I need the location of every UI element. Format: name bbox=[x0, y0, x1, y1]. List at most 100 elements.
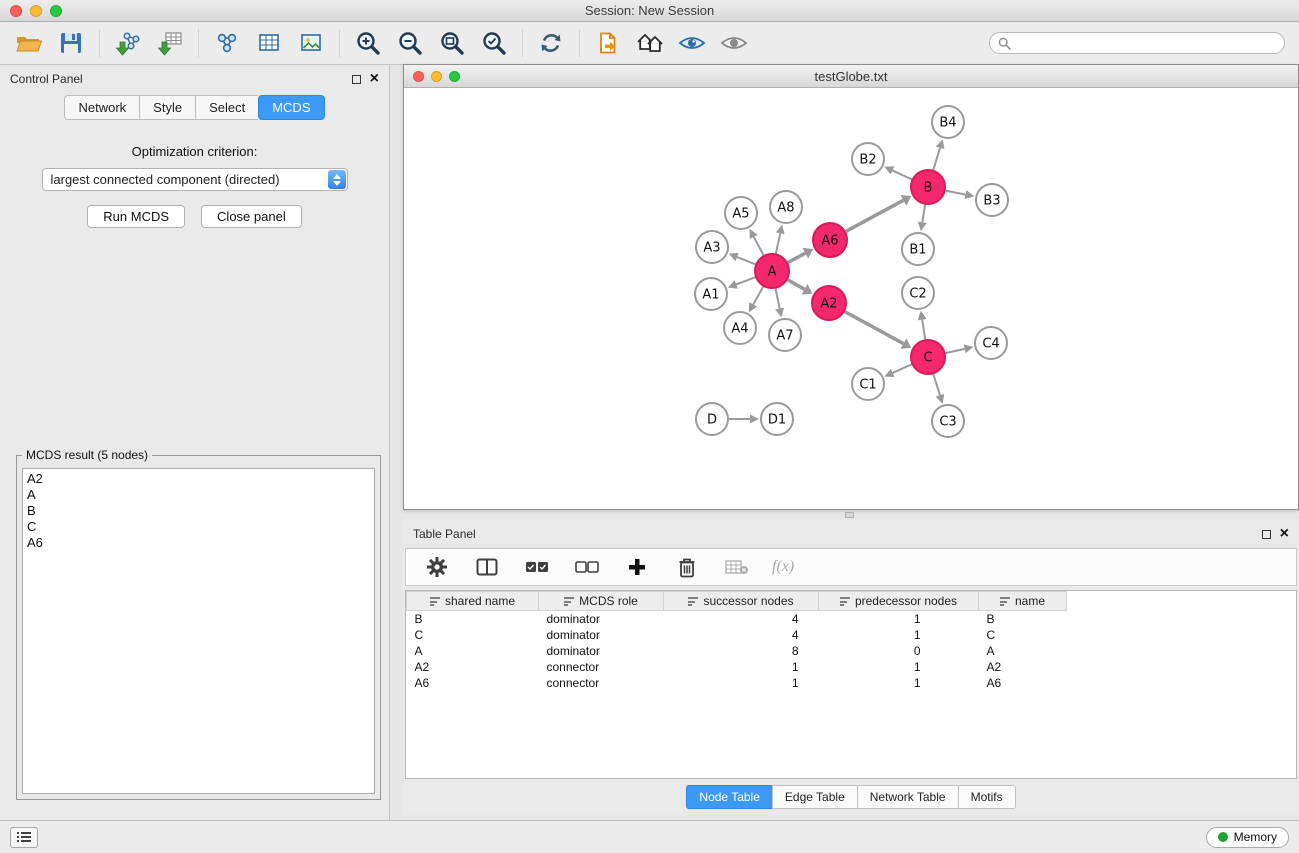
criterion-dropdown[interactable]: largest connected component (directed) bbox=[42, 168, 348, 191]
memory-button[interactable]: Memory bbox=[1206, 827, 1289, 848]
graph-edge-B-B2[interactable] bbox=[892, 170, 911, 179]
table-row[interactable]: Adominator80A bbox=[407, 643, 1067, 659]
tab-node-table[interactable]: Node Table bbox=[686, 785, 772, 809]
graph-node-label: C bbox=[923, 351, 932, 366]
graph-edge-A-A6[interactable] bbox=[788, 253, 805, 262]
mcds-result-list[interactable]: A2ABCA6 bbox=[22, 468, 375, 794]
home-button[interactable] bbox=[635, 28, 665, 58]
zoom-window-button[interactable] bbox=[50, 5, 62, 17]
graph-edge-A-A5[interactable] bbox=[754, 237, 764, 255]
panel-divider-handle[interactable] bbox=[845, 512, 854, 518]
network-minimize-button[interactable] bbox=[431, 71, 442, 82]
import-network-button[interactable] bbox=[113, 28, 143, 58]
table-toolbar: f(x) bbox=[405, 548, 1297, 586]
float-table-panel-icon[interactable] bbox=[1262, 530, 1271, 539]
new-network-button[interactable] bbox=[212, 28, 242, 58]
table-row[interactable]: A6connector11A6 bbox=[407, 675, 1067, 691]
zoom-fit-icon bbox=[439, 30, 465, 56]
table-row[interactable]: A2connector11A2 bbox=[407, 659, 1067, 675]
graph-edge-C-C2[interactable] bbox=[922, 320, 925, 340]
copy-view-button[interactable] bbox=[593, 28, 623, 58]
result-item[interactable]: B bbox=[27, 503, 370, 519]
tab-mcds[interactable]: MCDS bbox=[258, 95, 324, 120]
zoom-fit-button[interactable] bbox=[437, 28, 467, 58]
graph-node-label: D bbox=[707, 413, 717, 428]
minimize-window-button[interactable] bbox=[30, 5, 42, 17]
graph-edge-A-A1[interactable] bbox=[736, 277, 755, 284]
save-session-button[interactable] bbox=[56, 28, 86, 58]
tab-network-table[interactable]: Network Table bbox=[857, 785, 958, 809]
zoom-selected-button[interactable] bbox=[479, 28, 509, 58]
graph-edge-B-B4[interactable] bbox=[933, 148, 940, 170]
open-file-button[interactable] bbox=[14, 28, 44, 58]
control-panel-title: Control Panel bbox=[10, 72, 83, 86]
checked-boxes-icon bbox=[525, 561, 549, 573]
graph-edge-A-A3[interactable] bbox=[737, 257, 755, 264]
column-header[interactable]: shared name bbox=[407, 592, 539, 611]
select-all-columns-button[interactable] bbox=[522, 552, 552, 582]
add-column-button[interactable] bbox=[622, 552, 652, 582]
graph-edge-C-C4[interactable] bbox=[946, 349, 965, 353]
show-columns-button[interactable] bbox=[472, 552, 502, 582]
delete-column-button[interactable] bbox=[672, 552, 702, 582]
zoom-in-button[interactable] bbox=[353, 28, 383, 58]
column-header[interactable]: MCDS role bbox=[539, 592, 664, 611]
delete-table-button[interactable] bbox=[722, 552, 752, 582]
table-panel-title: Table Panel bbox=[413, 527, 476, 541]
network-canvas-svg: B4B2BB3A5A8A6B1A3AC2A1A2A4A7C4CC1C3DD1 bbox=[404, 89, 1298, 509]
graph-edge-B-B3[interactable] bbox=[946, 191, 966, 195]
zoom-out-button[interactable] bbox=[395, 28, 425, 58]
graph-edge-B-B1[interactable] bbox=[922, 205, 925, 223]
result-item[interactable]: A6 bbox=[27, 535, 370, 551]
import-network-icon bbox=[115, 30, 141, 56]
export-image-button[interactable] bbox=[296, 28, 326, 58]
close-panel-button[interactable]: Close panel bbox=[201, 205, 302, 228]
close-table-panel-icon[interactable]: × bbox=[1280, 529, 1289, 539]
network-zoom-button[interactable] bbox=[449, 71, 460, 82]
graph-edge-A6-B[interactable] bbox=[846, 200, 904, 231]
table-row[interactable]: Bdominator41B bbox=[407, 611, 1067, 627]
close-panel-icon[interactable]: × bbox=[370, 74, 379, 84]
graph-edge-C-C3[interactable] bbox=[933, 374, 940, 395]
result-item[interactable]: A2 bbox=[27, 471, 370, 487]
unchecked-boxes-icon bbox=[575, 561, 599, 573]
graph-edge-C-C1[interactable] bbox=[893, 364, 912, 373]
tab-motifs[interactable]: Motifs bbox=[958, 785, 1016, 809]
column-header[interactable]: predecessor nodes bbox=[819, 592, 979, 611]
column-header[interactable]: name bbox=[979, 592, 1067, 611]
column-attribute-icon bbox=[564, 597, 574, 606]
network-window-title: testGlobe.txt bbox=[815, 69, 888, 84]
network-canvas[interactable]: B4B2BB3A5A8A6B1A3AC2A1A2A4A7C4CC1C3DD1 bbox=[404, 89, 1298, 509]
graph-edge-A-A8[interactable] bbox=[776, 233, 780, 253]
network-close-button[interactable] bbox=[413, 71, 424, 82]
search-input[interactable] bbox=[1016, 36, 1276, 50]
graph-edge-A-A2[interactable] bbox=[788, 280, 805, 289]
refresh-view-button[interactable] bbox=[536, 28, 566, 58]
tab-select[interactable]: Select bbox=[195, 95, 258, 120]
function-builder-button[interactable]: f(x) bbox=[772, 558, 794, 576]
graph-edge-A2-C[interactable] bbox=[845, 312, 904, 344]
deselect-all-columns-button[interactable] bbox=[572, 552, 602, 582]
tab-edge-table[interactable]: Edge Table bbox=[772, 785, 857, 809]
graph-edge-A-A7[interactable] bbox=[776, 289, 780, 309]
float-panel-icon[interactable] bbox=[352, 75, 361, 84]
graph-edge-A-A4[interactable] bbox=[753, 287, 763, 305]
import-table-button[interactable] bbox=[155, 28, 185, 58]
network-window-titlebar[interactable]: testGlobe.txt bbox=[404, 65, 1298, 88]
new-table-button[interactable] bbox=[254, 28, 284, 58]
run-mcds-button[interactable]: Run MCDS bbox=[87, 205, 185, 228]
graph-node-label: C3 bbox=[939, 415, 956, 430]
result-item[interactable]: C bbox=[27, 519, 370, 535]
result-item[interactable]: A bbox=[27, 487, 370, 503]
table-settings-button[interactable] bbox=[422, 552, 452, 582]
tab-network[interactable]: Network bbox=[64, 95, 139, 120]
hide-button[interactable] bbox=[719, 28, 749, 58]
table-row[interactable]: Cdominator41C bbox=[407, 627, 1067, 643]
graph-node-label: C1 bbox=[859, 378, 876, 393]
close-window-button[interactable] bbox=[10, 5, 22, 17]
plus-icon bbox=[627, 557, 647, 577]
tab-style[interactable]: Style bbox=[139, 95, 195, 120]
task-history-button[interactable] bbox=[10, 827, 38, 848]
style-preview-button[interactable] bbox=[677, 28, 707, 58]
column-header[interactable]: successor nodes bbox=[664, 592, 819, 611]
